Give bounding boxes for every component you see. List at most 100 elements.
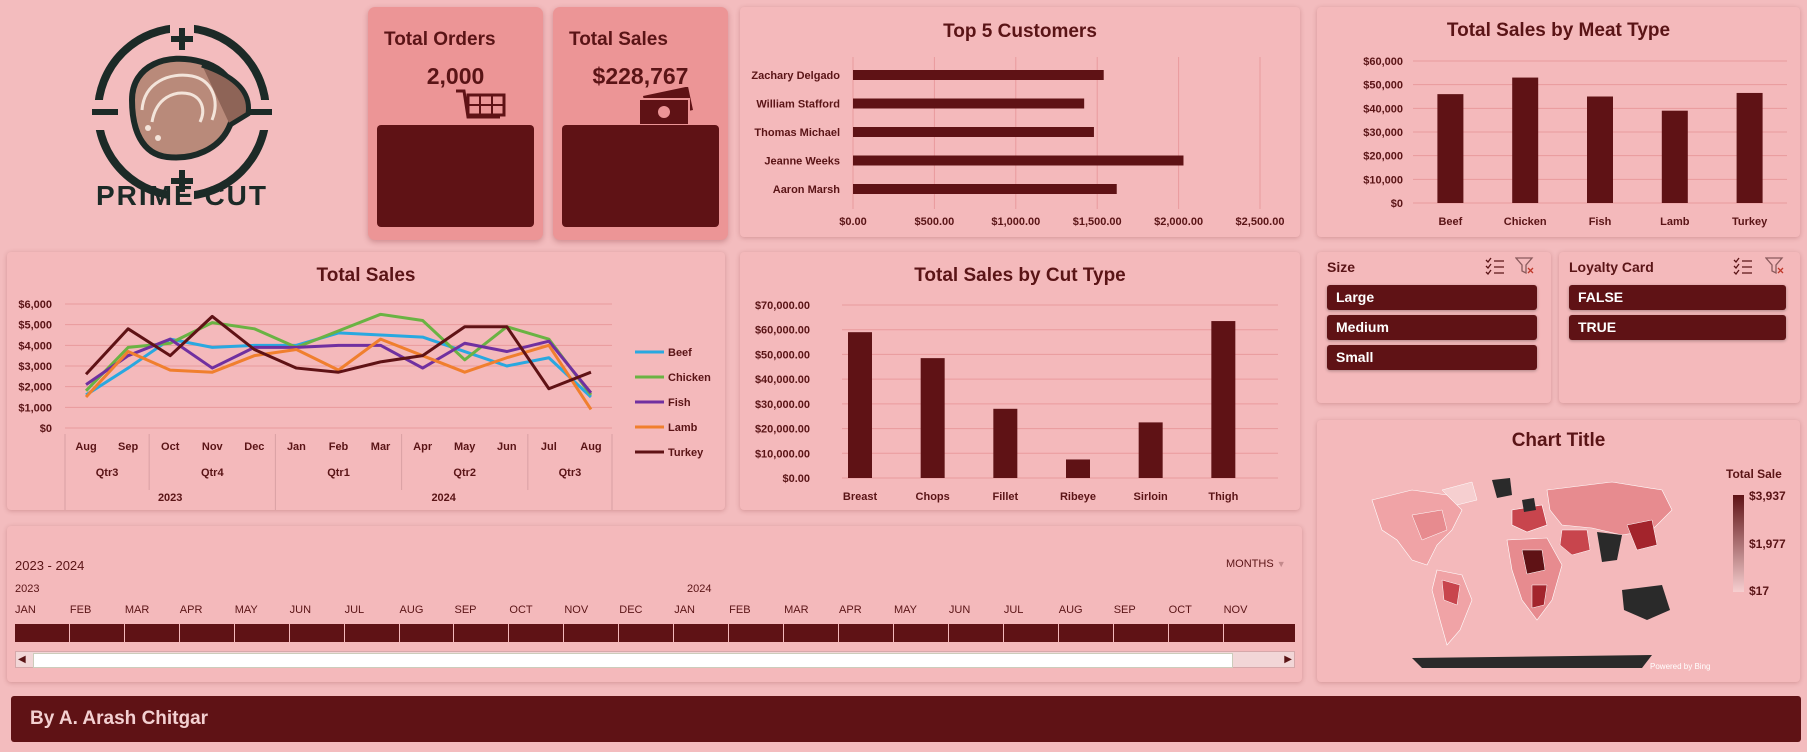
total-sales-legend-label: Beef [668,347,692,359]
top-customers-label: Zachary Delgado [751,70,840,82]
timeline-month-label: MAY [234,604,258,616]
total-sales-month-label: Aug [75,441,96,453]
chevron-down-icon: ▼ [1276,559,1286,569]
timeline-month-cell[interactable] [839,624,893,642]
slicer-loyalty-false[interactable]: FALSE [1569,285,1786,310]
total-sales-legend-label: Chicken [668,372,711,384]
total-sales-month-label: Sep [118,441,138,453]
timeline-month-cell[interactable] [784,624,839,642]
timeline-month-cell[interactable] [893,624,948,642]
timeline-month-cell[interactable] [1223,624,1295,642]
timeline-month-cell[interactable] [729,624,784,642]
size-slicer-title: Size [1327,259,1356,275]
timeline-month-label: OCT [509,604,533,616]
kpi-total-sales: Total Sales $228,767 [553,7,728,240]
scroll-right-icon[interactable]: ▶ [1284,652,1292,667]
map-legend-gradient [1733,495,1744,592]
timeline-month-cell[interactable] [454,624,509,642]
timeline-month-label: JAN [674,604,695,616]
total-sales-month-label: Jan [287,441,306,453]
map-legend-title: Total Sale [1726,467,1782,481]
scroll-thumb[interactable] [33,653,1233,668]
timeline-month-cell[interactable] [674,624,729,642]
slicer-size-large[interactable]: Large [1327,285,1537,310]
meat-type-ytick: $20,000 [1363,151,1403,163]
timeline-month-cell[interactable] [1113,624,1168,642]
timeline-month-cell[interactable] [1003,624,1058,642]
timeline-month-cell[interactable] [179,624,234,642]
cut-type-xlabel: Fillet [992,491,1018,503]
footer-bar: By A. Arash Chitgar [11,696,1801,742]
timeline-month-cell[interactable] [15,624,69,642]
map-panel: Chart Title Total Sale $3,937 $1,977 $17… [1317,420,1800,682]
top-customers-chart: $0.00 $500.00 $1,000.00 $1,500.00 $2,000.00 $… [751,57,1285,228]
timeline-year-2024: 2024 [687,583,712,595]
timeline-month-label: SEP [1113,604,1136,616]
timeline-scrollbar[interactable]: ◀ ▶ [15,651,1295,668]
slicer-size-medium[interactable]: Medium [1327,315,1537,340]
timeline-month-label: FEB [729,604,751,616]
top-customers-bar [853,98,1085,109]
timeline-month-cell[interactable] [234,624,289,642]
loyalty-slicer: Loyalty Card FALSE TRUE [1559,252,1800,403]
timeline-month-cell[interactable] [124,624,179,642]
timeline-month-cell[interactable] [399,624,454,642]
logo-panel: PRIME CUT [0,0,360,246]
cut-type-xlabel: Ribeye [1060,491,1096,503]
kpi-orders-block [377,125,534,227]
slicer-loyalty-true[interactable]: TRUE [1569,315,1786,340]
clear-filter-icon[interactable] [1765,257,1785,275]
cut-type-ytick: $50,000.00 [755,349,810,361]
top-customers-label: Aaron Marsh [773,184,841,196]
timeline-month-cell[interactable] [509,624,564,642]
total-sales-month-label: Nov [202,441,224,453]
cut-type-ytick: $20,000.00 [755,424,810,436]
multi-select-icon[interactable] [1733,257,1753,275]
scroll-left-icon[interactable]: ◀ [18,652,26,667]
map-credit: Powered by Bing [1650,662,1711,671]
meat-type-panel: Total Sales by Meat Type $0 $10,000 $20,00… [1317,7,1800,237]
timeline-month-cell[interactable] [1058,624,1113,642]
kpi-sales-block [562,125,719,227]
cut-type-ytick: $60,000.00 [755,325,810,337]
slicer-size-small[interactable]: Small [1327,345,1537,370]
footer-author: By A. Arash Chitgar [30,708,209,729]
total-sales-month-label: Apr [413,441,433,453]
timeline-month-cell[interactable] [344,624,399,642]
top-customers-bar [853,70,1104,80]
timeline-month-label: APR [839,604,862,616]
meat-type-ytick: $30,000 [1363,127,1403,139]
total-sales-ytick: $1,000 [18,402,52,414]
meat-type-bar [1587,96,1613,203]
cut-type-panel: Total Sales by Cut Type $0.00 $10,000.00 $… [740,252,1300,510]
timeline-slicer: 2023 - 2024 2023 2024 MONTHS ▼ JAN FEB MAR… [7,526,1302,682]
meat-type-chart: $0 $10,000 $20,000 $30,000 $40,000 $50,000 $60… [1363,56,1787,228]
total-sales-legend-label: Turkey [668,447,704,459]
cut-type-xlabel: Thigh [1208,491,1238,503]
cut-type-bar [1138,422,1163,478]
top-customers-xtick: $2,500.00 [1236,216,1285,228]
timeline-bar[interactable] [15,624,1295,642]
timeline-month-cell[interactable] [948,624,1003,642]
world-map[interactable] [1352,470,1692,670]
meat-type-ytick: $40,000 [1363,103,1403,115]
kpi-total-orders: Total Orders 2,000 [368,7,543,240]
timeline-month-cell[interactable] [1168,624,1223,642]
multi-select-icon[interactable] [1485,257,1505,275]
timeline-year-2023: 2023 [15,583,40,595]
timeline-month-cell[interactable] [69,624,124,642]
timeline-month-label: JUL [344,604,365,616]
total-sales-quarter-label: Qtr3 [559,467,582,479]
timeline-month-cell[interactable] [289,624,344,642]
timeline-month-cell[interactable] [564,624,619,642]
timeline-level-dropdown[interactable]: MONTHS ▼ [1226,558,1286,570]
total-sales-month-label: Jul [541,441,557,453]
cut-type-ytick: $70,000.00 [755,300,810,312]
clear-filter-icon[interactable] [1515,257,1535,275]
top-customers-xtick: $0.00 [839,216,867,228]
meat-type-bar [1437,94,1464,203]
timeline-month-label: JUN [948,604,971,616]
timeline-month-label: APR [179,604,203,616]
meat-type-xlabel: Fish [1589,216,1612,228]
timeline-month-cell[interactable] [619,624,674,642]
